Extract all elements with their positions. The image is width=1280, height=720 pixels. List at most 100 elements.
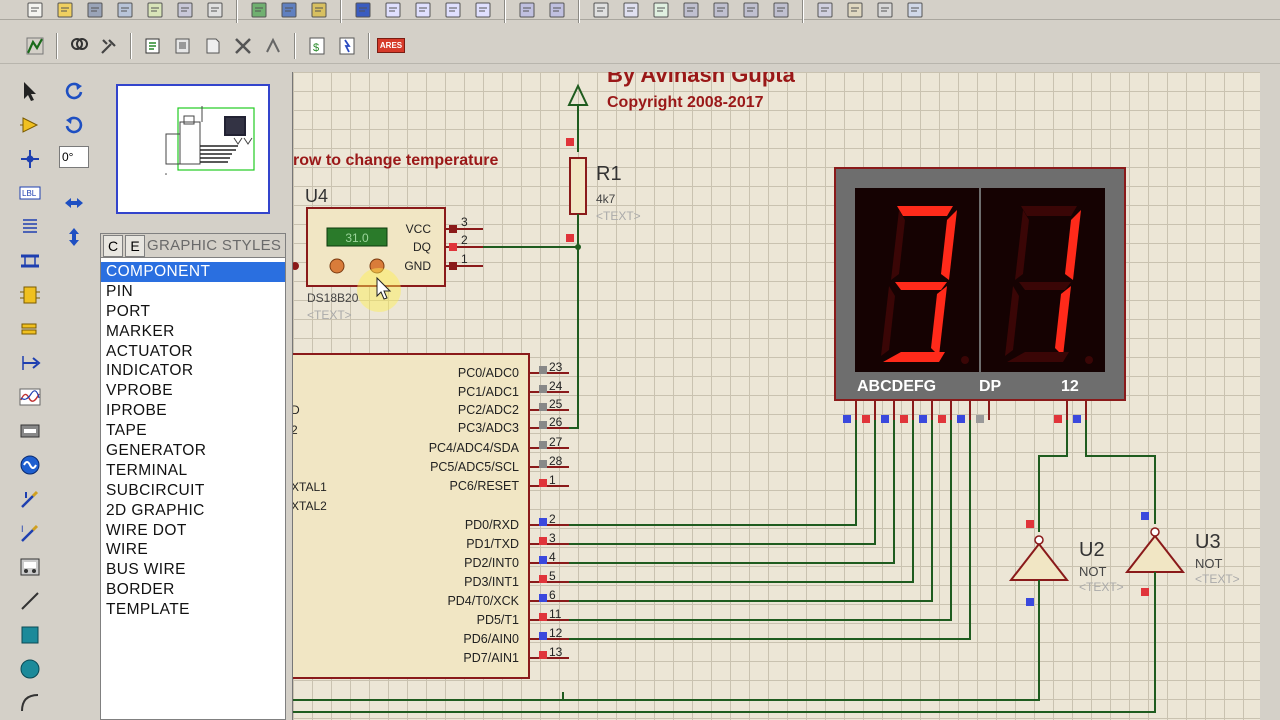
device-pins-icon[interactable] — [16, 350, 44, 376]
property-tool-icon[interactable] — [96, 34, 122, 58]
grid-icon[interactable] — [276, 0, 302, 22]
block-delete-icon[interactable] — [768, 0, 794, 22]
object-selector-c-button[interactable]: C — [103, 234, 123, 257]
graphic-style-item[interactable]: 2D GRAPHIC — [101, 501, 285, 521]
decompose-icon[interactable] — [902, 0, 928, 22]
rotate-anticlockwise-icon[interactable] — [60, 112, 88, 138]
pin-marker — [539, 518, 547, 526]
tape-recorder-icon[interactable] — [16, 418, 44, 444]
graphic-style-item[interactable]: SUBCIRCUIT — [101, 481, 285, 501]
not-gate-u2-bubble — [1034, 535, 1044, 545]
graphic-style-item[interactable]: COMPONENT — [101, 262, 285, 282]
toolbar-separator — [236, 0, 238, 23]
block-copy-icon[interactable] — [678, 0, 704, 22]
mirror-y-icon[interactable] — [60, 224, 88, 250]
pick-icon[interactable] — [812, 0, 838, 22]
schematic-canvas[interactable]: R1 4k7 <TEXT> U4 31.0 VCC 3 DQ 2 GND 1 DS18B20 <TEXT… — [292, 72, 1260, 720]
graphic-style-item[interactable]: TERMINAL — [101, 461, 285, 481]
pan-icon[interactable] — [350, 0, 376, 22]
copy-icon[interactable] — [618, 0, 644, 22]
graphic-style-item[interactable]: INDICATOR — [101, 361, 285, 381]
graphic-style-item[interactable]: PIN — [101, 282, 285, 302]
paste-icon[interactable] — [648, 0, 674, 22]
current-probe-icon[interactable]: I — [16, 520, 44, 546]
mcu-pin-label: PD3/INT1 — [464, 575, 519, 589]
overview-panel[interactable] — [100, 74, 286, 224]
orientation-toolbar — [58, 78, 90, 720]
graphic-style-item[interactable]: TEMPLATE — [101, 600, 285, 620]
graphic-style-item[interactable]: GENERATOR — [101, 441, 285, 461]
mode-toolbar: LBL I — [14, 78, 46, 720]
package-icon[interactable] — [872, 0, 898, 22]
netlist-icon[interactable] — [140, 34, 166, 58]
import-icon[interactable] — [112, 0, 138, 22]
pin-marker — [566, 138, 574, 146]
save-icon[interactable] — [82, 0, 108, 22]
arc-icon[interactable] — [16, 690, 44, 716]
text-script-icon[interactable] — [16, 214, 44, 240]
selection-mode-icon[interactable] — [16, 78, 44, 104]
ares-button[interactable]: ARES — [376, 34, 406, 58]
mcu-pin-label: PD5/T1 — [477, 613, 519, 627]
origin-icon[interactable] — [306, 0, 332, 22]
undo-icon[interactable] — [514, 0, 540, 22]
generator-icon[interactable] — [16, 452, 44, 478]
rotate-clockwise-icon[interactable] — [60, 78, 88, 104]
wire-autorouter-icon[interactable] — [22, 34, 48, 58]
new-sheet-icon[interactable] — [200, 34, 226, 58]
mirror-x-icon[interactable] — [60, 190, 88, 216]
graphic-style-item[interactable]: BORDER — [101, 580, 285, 600]
open-icon[interactable] — [52, 0, 78, 22]
refresh-icon[interactable] — [246, 0, 272, 22]
zoom-area-icon[interactable] — [470, 0, 496, 22]
object-selector-e-button[interactable]: E — [125, 234, 145, 257]
graph-icon[interactable] — [16, 384, 44, 410]
bill-of-materials-icon[interactable]: $ — [304, 34, 330, 58]
digit-2-segment — [1019, 282, 1071, 290]
electrical-rule-check-icon[interactable] — [334, 34, 360, 58]
wire-label-icon[interactable]: LBL — [16, 180, 44, 206]
search-icon[interactable] — [66, 34, 92, 58]
zoom-out-icon[interactable] — [410, 0, 436, 22]
area-icon[interactable] — [202, 0, 228, 22]
graphic-style-item[interactable]: WIRE DOT — [101, 521, 285, 541]
graphic-style-item[interactable]: PORT — [101, 302, 285, 322]
component-mode-icon[interactable] — [16, 112, 44, 138]
canvas-frame — [1260, 64, 1280, 720]
virtual-instruments-icon[interactable] — [16, 554, 44, 580]
graphic-style-item[interactable]: WIRE — [101, 540, 285, 560]
graphic-style-item[interactable]: IPROBE — [101, 401, 285, 421]
print-icon[interactable] — [172, 0, 198, 22]
overview-window[interactable] — [116, 84, 270, 214]
terminals-icon[interactable] — [16, 316, 44, 342]
graphic-style-item[interactable]: BUS WIRE — [101, 560, 285, 580]
design-explorer-icon[interactable] — [170, 34, 196, 58]
cut-icon[interactable] — [588, 0, 614, 22]
rotation-angle-field[interactable] — [59, 146, 89, 168]
block-move-icon[interactable] — [708, 0, 734, 22]
circle-icon[interactable] — [16, 656, 44, 682]
export-icon[interactable] — [142, 0, 168, 22]
graphic-style-item[interactable]: VPROBE — [101, 381, 285, 401]
buses-icon[interactable] — [16, 248, 44, 274]
graphic-style-item[interactable]: ACTUATOR — [101, 342, 285, 362]
graphic-style-item[interactable]: MARKER — [101, 322, 285, 342]
subcircuit-icon[interactable] — [16, 282, 44, 308]
mcu-pin-label: PC5/ADC5/SCL — [430, 460, 519, 474]
redo-icon[interactable] — [544, 0, 570, 22]
zoom-in-icon[interactable] — [380, 0, 406, 22]
make-device-icon[interactable] — [842, 0, 868, 22]
new-icon[interactable] — [22, 0, 48, 22]
block-rotate-icon[interactable] — [738, 0, 764, 22]
mcu-pin-number: 1 — [549, 473, 556, 487]
voltage-probe-icon[interactable] — [16, 486, 44, 512]
line-icon[interactable] — [16, 588, 44, 614]
exit-to-parent-icon[interactable] — [260, 34, 286, 58]
box-icon[interactable] — [16, 622, 44, 648]
junction-dot-icon[interactable] — [16, 146, 44, 172]
zoom-all-icon[interactable] — [440, 0, 466, 22]
graphic-style-item[interactable]: TAPE — [101, 421, 285, 441]
toolbar-separator — [56, 32, 58, 59]
remove-sheet-icon[interactable] — [230, 34, 256, 58]
not-gate-u2-type: NOT — [1079, 564, 1107, 579]
